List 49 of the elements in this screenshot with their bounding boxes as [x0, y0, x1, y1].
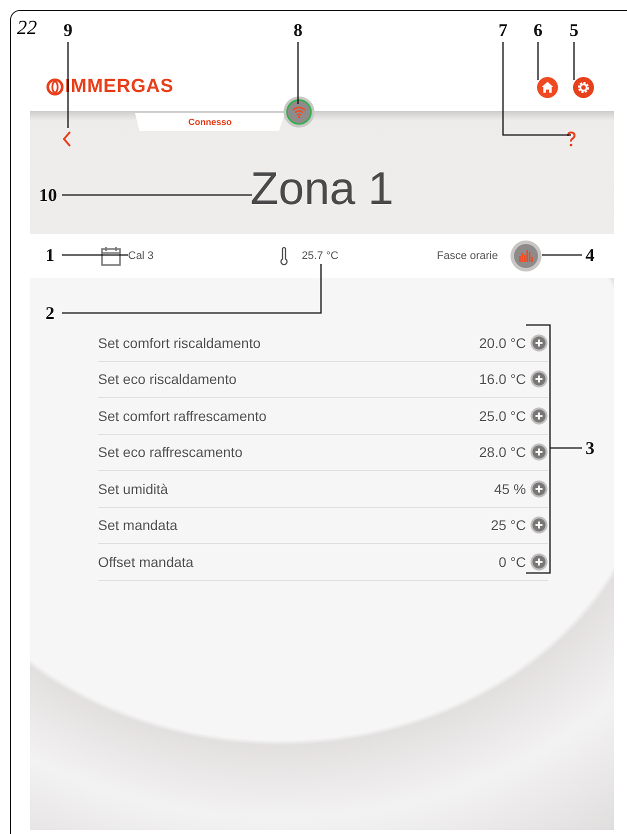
callout-number: 7 [498, 21, 508, 39]
callout-number: 4 [586, 246, 594, 264]
callout-number: 9 [64, 21, 72, 39]
figure-number: 22 [17, 17, 37, 40]
callout-number: 5 [570, 21, 578, 39]
zone-title: Zona 1 [250, 161, 394, 215]
wifi-icon[interactable] [283, 96, 315, 128]
setting-value: 45 % [494, 480, 526, 497]
setting-label: Set comfort raffrescamento [98, 408, 268, 424]
plus-button-icon[interactable] [530, 334, 548, 352]
setting-label: Set umidità [98, 480, 170, 497]
plus-button-icon[interactable] [530, 516, 548, 534]
callout-number: 10 [39, 186, 57, 204]
leader-line [542, 254, 582, 256]
callout-number: 2 [46, 304, 54, 322]
setting-label: Set mandata [98, 517, 178, 534]
callout-number: 6 [534, 21, 542, 39]
help-icon[interactable] [566, 131, 576, 147]
setting-label: Offset mandata [98, 554, 194, 570]
plus-button-icon[interactable] [530, 370, 548, 388]
setting-value: 25.0 °C [479, 408, 526, 424]
callout-number: 1 [46, 246, 54, 264]
setting-value: 28.0 °C [479, 444, 526, 460]
leader-line [62, 254, 128, 256]
leader-line [297, 42, 299, 104]
setting-value: 20.0 °C [479, 334, 526, 351]
back-chevron-icon[interactable] [62, 131, 72, 147]
home-icon[interactable] [537, 76, 558, 98]
calendar-icon[interactable] [100, 246, 122, 266]
setting-label: Set eco riscaldamento [98, 371, 238, 388]
plus-button-icon[interactable] [530, 552, 548, 571]
temperature-reading: 25.7 °C [302, 250, 338, 262]
setting-value: 0 °C [498, 554, 526, 570]
leader-line [573, 42, 575, 80]
setting-label: Set eco raffrescamento [98, 444, 244, 460]
thermometer-icon [280, 246, 288, 266]
settings-icon[interactable] [573, 76, 594, 98]
plus-button-icon[interactable] [530, 443, 548, 462]
callout-number: 3 [586, 439, 594, 457]
plus-button-icon[interactable] [530, 406, 548, 425]
schedule-label: Fasce orarie [436, 250, 498, 262]
flame-logo-icon [46, 78, 64, 96]
callout-number: 8 [294, 21, 302, 39]
plus-button-icon[interactable] [530, 480, 548, 498]
calendar-label: Cal 3 [128, 250, 154, 262]
setting-label: Set comfort riscaldamento [98, 334, 262, 351]
setting-value: 16.0 °C [479, 371, 526, 388]
schedule-bars-icon[interactable] [510, 240, 542, 272]
setting-value: 25 °C [490, 517, 526, 534]
